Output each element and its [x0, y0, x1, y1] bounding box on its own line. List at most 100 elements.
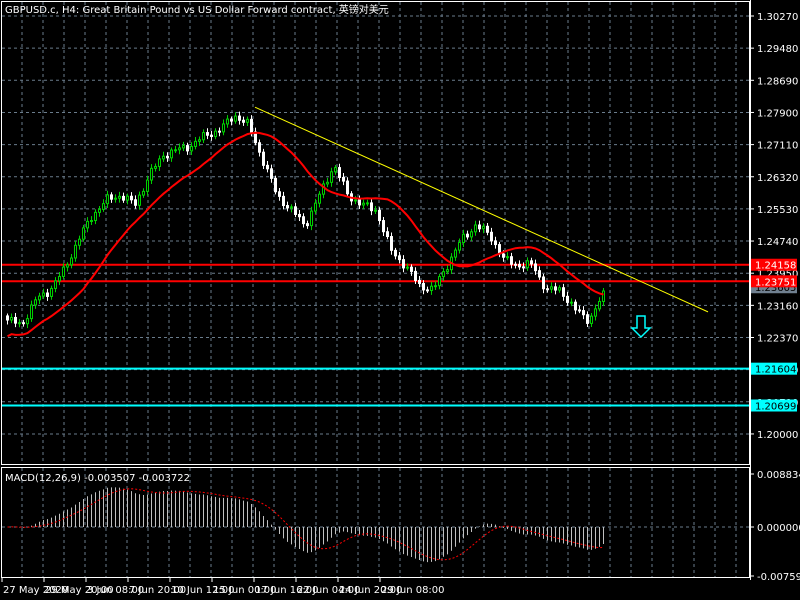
bear-candle: [422, 282, 425, 291]
bear-candle: [534, 263, 537, 272]
price-tick-label: 1.27110: [757, 141, 798, 152]
bull-candle: [18, 322, 21, 325]
bear-candle: [210, 134, 213, 138]
bull-candle: [434, 285, 437, 288]
horizontal-levels[interactable]: [2, 263, 750, 407]
bull-candle: [462, 233, 465, 244]
bull-candle: [146, 179, 149, 192]
macd-tick-label: 0.000000: [757, 523, 800, 534]
bull-candle: [42, 292, 45, 297]
bull-candle: [598, 300, 601, 310]
bull-candle: [82, 227, 85, 240]
bear-candle: [574, 301, 577, 311]
bull-candle: [442, 271, 445, 278]
bull-candle: [126, 195, 129, 201]
bear-candle: [122, 195, 125, 201]
bear-candle: [22, 322, 25, 325]
price-tick-label: 1.22370: [757, 334, 798, 345]
bull-candle: [374, 209, 377, 212]
bull-candle: [318, 193, 321, 204]
price-axis[interactable]: 1.30270 1.29480 1.28690 1.27900 1.27110 1.263…: [750, 12, 800, 583]
bear-candle: [530, 260, 533, 265]
bull-candle: [366, 202, 369, 205]
bear-candle: [302, 216, 305, 225]
bull-candle: [26, 318, 29, 325]
macd-tick-label: 0.008834: [757, 470, 800, 481]
bull-candle: [74, 244, 77, 259]
bear-candle: [398, 255, 401, 261]
bear-candle: [562, 287, 565, 297]
bear-candle: [394, 249, 397, 257]
bear-candle: [466, 233, 469, 238]
bear-candle: [262, 151, 265, 166]
bear-candle: [390, 236, 393, 251]
price-tick-label: 1.30270: [757, 12, 798, 23]
bear-candle: [186, 145, 189, 152]
bear-candle: [358, 199, 361, 206]
bull-candle: [326, 181, 329, 185]
bear-candle: [238, 115, 241, 121]
level-price-tag-text: 1.24158: [755, 261, 796, 272]
bear-candle: [218, 130, 221, 133]
bear-candle: [342, 176, 345, 182]
bull-candle: [526, 260, 529, 269]
level-price-tag-text: 1.23751: [755, 277, 796, 288]
bull-candle: [474, 224, 477, 233]
bear-candle: [478, 224, 481, 230]
bull-candle: [454, 249, 457, 258]
bear-candle: [546, 288, 549, 291]
bear-candle: [298, 213, 301, 218]
bull-candle: [138, 194, 141, 206]
bear-candle: [278, 191, 281, 197]
candles: [6, 111, 605, 329]
bull-candle: [170, 149, 173, 159]
bear-candle: [270, 168, 273, 179]
macd-indicator: [2, 487, 750, 563]
bull-candle: [62, 266, 65, 277]
bull-candle: [158, 158, 161, 167]
bull-candle: [114, 197, 117, 200]
bull-candle: [482, 225, 485, 230]
macd-tick-label: -0.007596: [757, 572, 800, 583]
price-tick-label: 1.27900: [757, 108, 798, 119]
bull-candle: [78, 238, 81, 246]
bull-candle: [190, 145, 193, 152]
bull-candle: [66, 264, 69, 268]
level-price-tag-text: 1.21604: [755, 365, 796, 376]
price-tick-label: 1.28690: [757, 76, 798, 87]
price-tick-label: 1.24740: [757, 237, 798, 248]
bull-candle: [438, 276, 441, 287]
bull-candle: [446, 269, 449, 273]
bear-candle: [510, 256, 513, 265]
bear-candle: [418, 279, 421, 284]
bull-candle: [202, 132, 205, 141]
bull-candle: [162, 155, 165, 160]
bull-candle: [362, 202, 365, 206]
bear-candle: [502, 253, 505, 258]
bear-candle: [286, 205, 289, 209]
macd-signal-line: [7, 488, 604, 561]
bull-candle: [214, 130, 217, 138]
bear-candle: [274, 177, 277, 193]
bull-candle: [198, 139, 201, 142]
bear-candle: [554, 286, 557, 291]
time-tick-label: 29 Jun 08:00: [381, 585, 445, 596]
bull-candle: [506, 256, 509, 259]
bull-candle: [90, 220, 93, 223]
down-arrow-icon[interactable]: [630, 315, 652, 339]
chart-window[interactable]: GBPUSD.c, H4: Great Britain Pound vs US …: [0, 0, 800, 600]
bull-candle: [10, 316, 13, 321]
bull-candle: [50, 287, 53, 297]
bull-candle: [602, 290, 605, 302]
bear-candle: [582, 310, 585, 316]
bull-candle: [470, 231, 473, 238]
bull-candle: [594, 308, 597, 317]
bull-candle: [458, 242, 461, 251]
bull-candle: [354, 199, 357, 202]
bear-candle: [586, 314, 589, 324]
bull-candle: [430, 285, 433, 292]
bull-candle: [406, 266, 409, 269]
bull-candle: [30, 304, 33, 320]
time-axis[interactable]: 27 May 202029 May 20:003 Jun 08:007 Jun …: [1, 578, 445, 596]
price-tick-label: 1.29480: [757, 44, 798, 55]
